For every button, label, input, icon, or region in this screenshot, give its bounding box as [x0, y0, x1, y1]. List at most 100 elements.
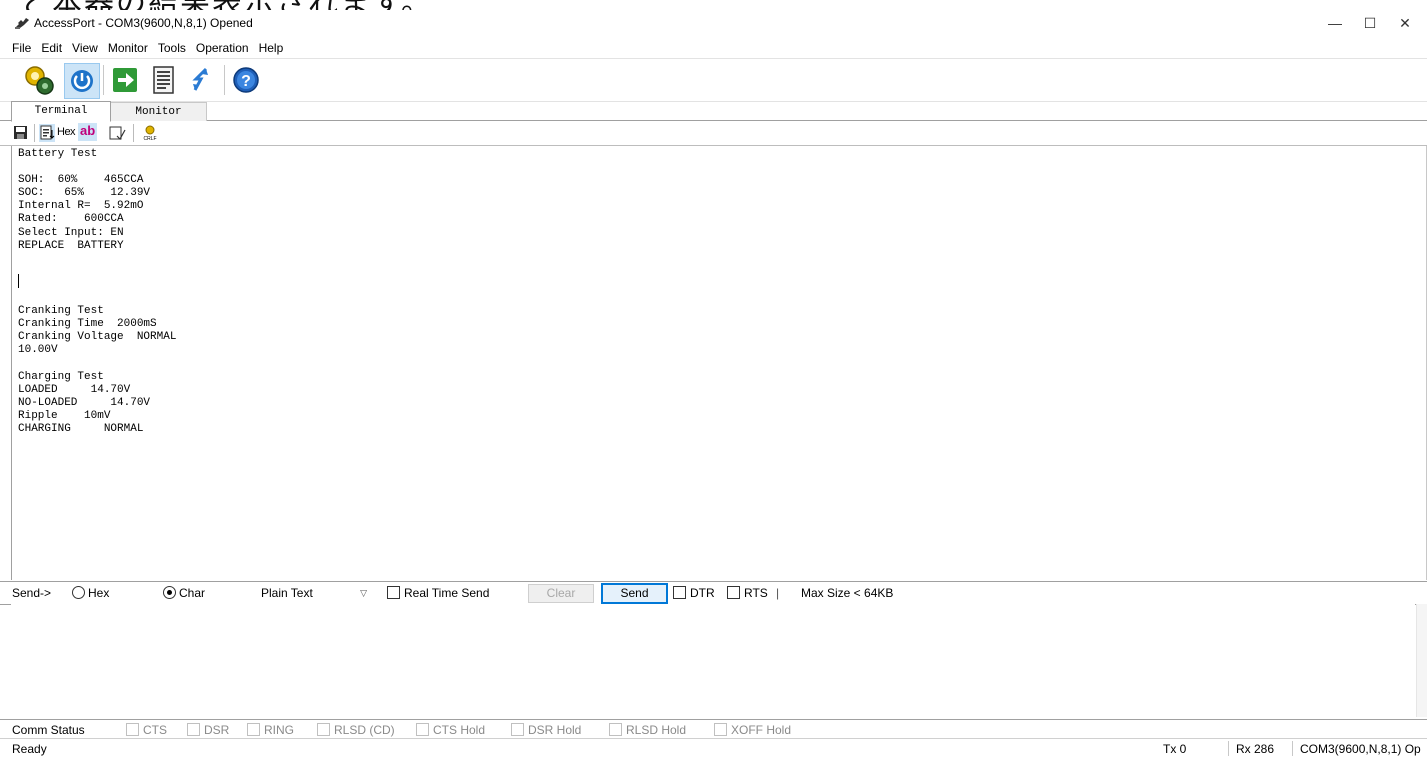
dtr-label: DTR	[690, 586, 715, 600]
terminal-line: Cranking Voltage NORMAL	[18, 331, 177, 344]
ring-indicator: RING	[247, 723, 294, 737]
terminal-line: Rated: 600CCA	[18, 213, 124, 226]
minimize-button[interactable]: —	[1320, 12, 1350, 34]
ring-box	[247, 723, 260, 736]
document-icon[interactable]	[146, 63, 180, 97]
char-radio-label: Char	[179, 586, 206, 600]
comm-status-label: Comm Status	[12, 723, 85, 737]
rts-checkbox[interactable]: RTS	[727, 585, 768, 601]
char-toggle[interactable]: ab	[78, 123, 98, 141]
terminal-line: SOC: 65% 12.39V	[18, 187, 151, 200]
cts-indicator: CTS	[126, 723, 167, 737]
hex-toggle[interactable]: Hex	[57, 126, 76, 144]
svg-text:?: ?	[241, 73, 251, 90]
menu-file[interactable]: File	[0, 38, 36, 58]
hex-radio[interactable]: Hex	[72, 585, 109, 601]
rlsd-label: RLSD (CD)	[334, 723, 395, 737]
maximize-button[interactable]: ☐	[1355, 12, 1385, 34]
char-radio-circle[interactable]	[163, 586, 176, 599]
format-select-box[interactable]: Plain Text ▽	[258, 584, 370, 602]
rts-box[interactable]	[727, 586, 740, 599]
status-bar: Ready Tx 0 Rx 286 COM3(9600,N,8,1) Op	[0, 738, 1427, 758]
terminal-line: Cranking Time 2000mS	[18, 318, 157, 331]
divider: |	[776, 586, 780, 600]
dsr-hold-indicator: DSR Hold	[511, 723, 581, 737]
rlsd-box	[317, 723, 330, 736]
send-bar: Send-> Hex Char Plain Text ▽ Real Time S…	[0, 581, 1427, 605]
clear-button[interactable]: Clear	[528, 584, 594, 603]
terminal-line: LOADED 14.70V	[18, 383, 131, 396]
send-label: Send->	[12, 586, 52, 600]
hex-radio-circle[interactable]	[72, 586, 85, 599]
cts-box	[126, 723, 139, 736]
menu-monitor[interactable]: Monitor	[103, 38, 153, 58]
crlf-label: CRLF	[143, 136, 156, 142]
xoff-hold-label: XOFF Hold	[731, 723, 792, 737]
rlsd-indicator: RLSD (CD)	[317, 723, 395, 737]
dsr-hold-label: DSR Hold	[528, 723, 582, 737]
text-caret	[18, 274, 19, 288]
cts-hold-label: CTS Hold	[433, 723, 486, 737]
wrap-icon[interactable]	[39, 124, 55, 142]
terminal-line: Ripple 10mV	[18, 409, 111, 422]
hex-radio-label: Hex	[88, 586, 110, 600]
menu-edit[interactable]: Edit	[36, 38, 67, 58]
chevron-down-icon: ▽	[360, 588, 367, 598]
rlsd-hold-indicator: RLSD Hold	[609, 723, 686, 737]
menu-help[interactable]: Help	[254, 38, 289, 58]
menu-bar: File Edit View Monitor Tools Operation Help	[0, 38, 1427, 58]
edit-check-icon[interactable]	[108, 124, 126, 142]
cts-hold-box	[416, 723, 429, 736]
menu-operation[interactable]: Operation	[191, 38, 254, 58]
terminal-line: Charging Test	[18, 370, 104, 383]
close-button[interactable]: ✕	[1390, 12, 1420, 34]
help-icon[interactable]: ?	[229, 63, 263, 97]
terminal-text: Battery Test SOH: 60% 465CCA SOC: 65% 12.…	[12, 146, 1426, 436]
crlf-icon[interactable]: CRLF	[141, 124, 159, 142]
ring-label: RING	[264, 723, 294, 737]
cts-label: CTS	[143, 723, 167, 737]
tab-monitor[interactable]: Monitor	[110, 102, 207, 121]
max-size-label: Max Size < 64KB	[801, 586, 894, 600]
port-status: COM3(9600,N,8,1) Op	[1300, 742, 1421, 756]
dtr-checkbox[interactable]: DTR	[673, 585, 715, 601]
rlsd-hold-label: RLSD Hold	[626, 723, 687, 737]
format-select-value: Plain Text	[261, 586, 313, 600]
terminal-line: SOH: 60% 465CCA	[18, 174, 144, 187]
power-icon[interactable]	[64, 63, 100, 99]
run-icon[interactable]	[108, 63, 142, 97]
menu-view[interactable]: View	[67, 38, 103, 58]
format-select[interactable]: Plain Text ▽	[258, 584, 370, 602]
realtime-send-box[interactable]	[387, 586, 400, 599]
char-radio[interactable]: Char	[163, 585, 205, 601]
realtime-send-label: Real Time Send	[404, 586, 490, 600]
terminal-line: Cranking Test	[18, 305, 104, 318]
settings-icon[interactable]	[22, 63, 56, 97]
terminal-output[interactable]: Battery Test SOH: 60% 465CCA SOC: 65% 12.…	[11, 146, 1427, 580]
send-button[interactable]: Send	[601, 583, 668, 604]
main-toolbar: ?	[0, 58, 1427, 102]
menu-tools[interactable]: Tools	[153, 38, 191, 58]
terminal-line: CHARGING NORMAL	[18, 422, 144, 435]
terminal-line: Select Input: EN	[18, 226, 124, 239]
send-text-area[interactable]	[11, 604, 1415, 717]
tx-count: Tx 0	[1163, 742, 1187, 756]
terminal-line: Battery Test	[18, 148, 98, 160]
refresh-icon[interactable]	[184, 63, 218, 97]
save-icon[interactable]	[13, 124, 29, 142]
cts-hold-indicator: CTS Hold	[416, 723, 485, 737]
realtime-send-checkbox[interactable]: Real Time Send	[387, 585, 489, 601]
rts-label: RTS	[744, 586, 768, 600]
dtr-box[interactable]	[673, 586, 686, 599]
tab-terminal[interactable]: Terminal	[11, 101, 111, 122]
terminal-line: Internal R= 5.92mO	[18, 200, 144, 213]
send-scrollbar[interactable]	[1416, 604, 1427, 717]
status-ready: Ready	[12, 742, 47, 756]
dsr-hold-box	[511, 723, 524, 736]
xoff-hold-indicator: XOFF Hold	[714, 723, 791, 737]
comm-status-bar: Comm Status CTS DSR RING RLSD (CD) CTS H…	[0, 719, 1427, 738]
